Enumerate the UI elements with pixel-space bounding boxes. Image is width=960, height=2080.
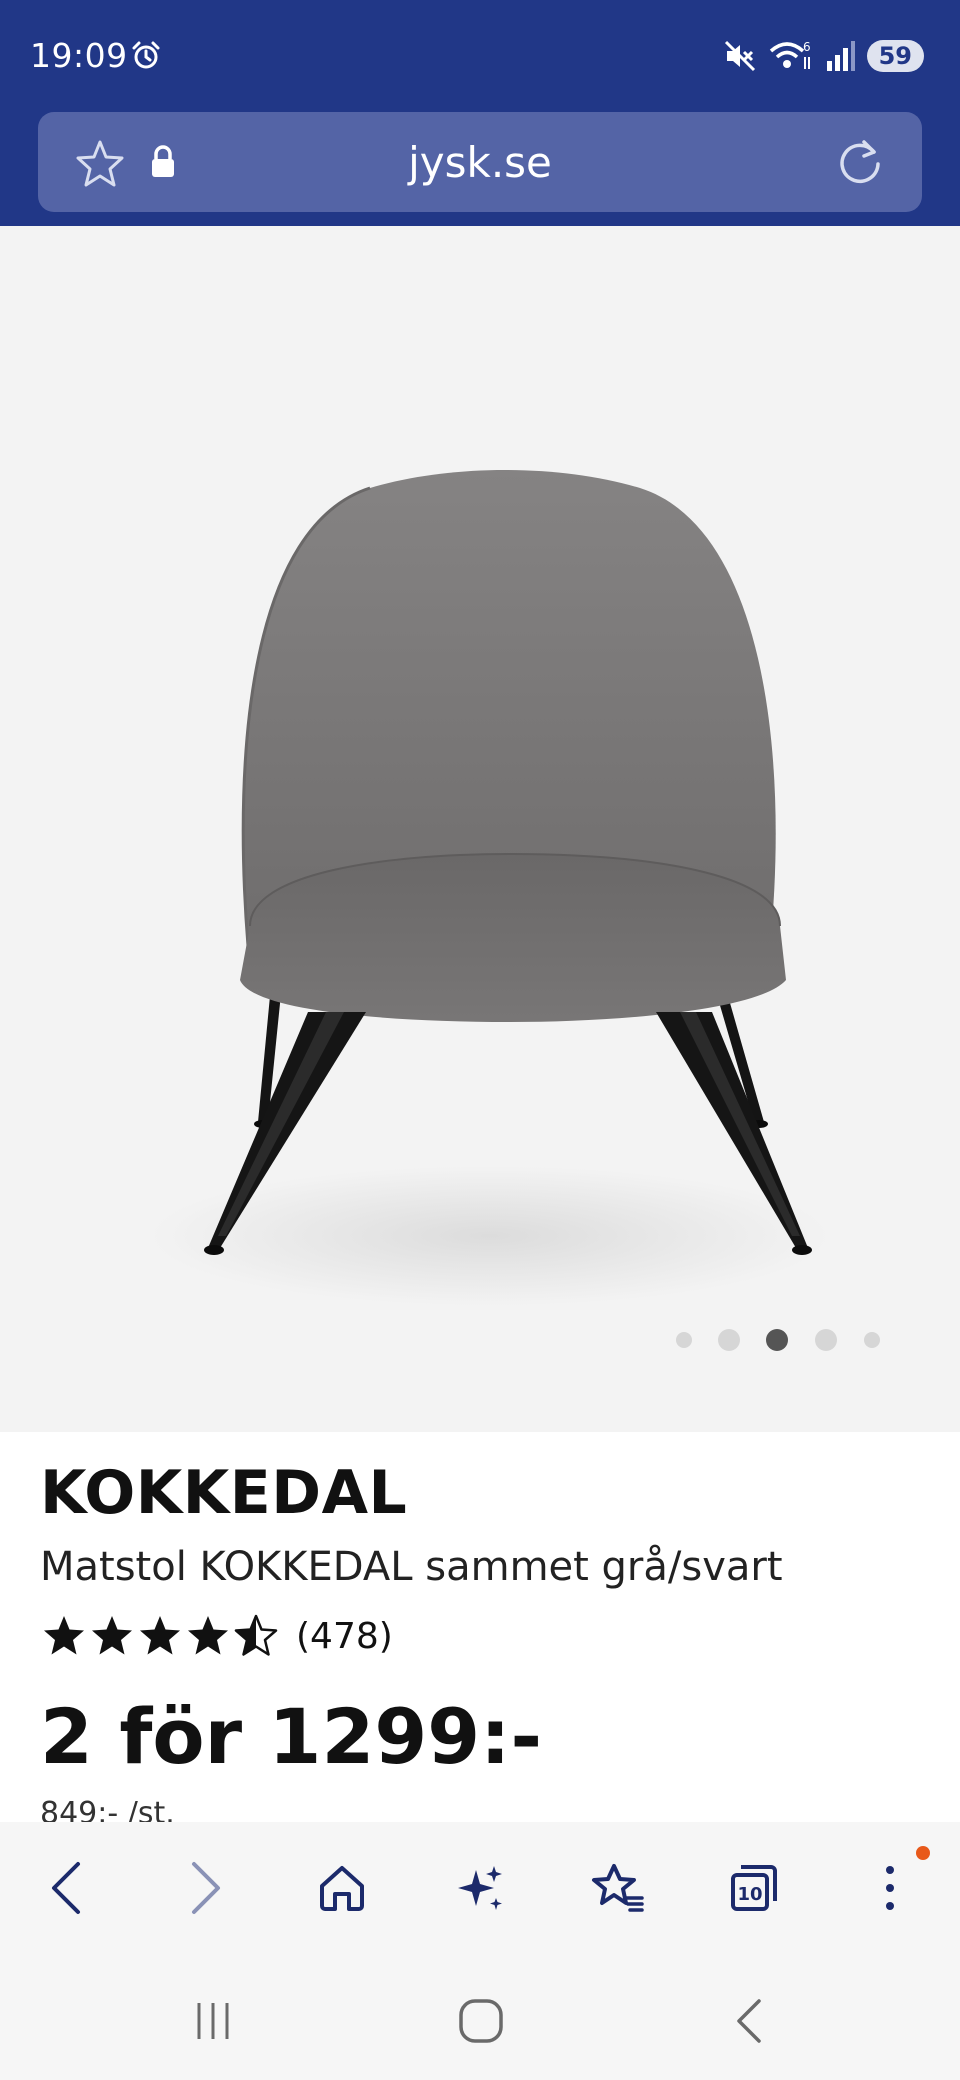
recents-button[interactable] bbox=[178, 1986, 248, 2056]
home-button[interactable] bbox=[306, 1852, 378, 1924]
reload-icon[interactable] bbox=[834, 136, 886, 188]
url-text[interactable]: jysk.se bbox=[38, 138, 922, 187]
wifi-icon: 6 bbox=[769, 40, 811, 69]
notification-badge bbox=[916, 1846, 930, 1860]
gallery-dot-active[interactable] bbox=[766, 1329, 788, 1351]
recents-icon bbox=[197, 2003, 229, 2039]
system-home-button[interactable] bbox=[446, 1986, 516, 2056]
tabs-icon: 10 bbox=[731, 1865, 777, 1911]
status-icons: 6 59 bbox=[723, 38, 924, 74]
gallery-dot[interactable] bbox=[676, 1332, 692, 1348]
product-image-gallery[interactable] bbox=[0, 226, 960, 1432]
review-count[interactable]: (478) bbox=[296, 1616, 393, 1657]
back-icon bbox=[52, 1862, 80, 1914]
forward-icon bbox=[192, 1862, 220, 1914]
address-bar[interactable]: jysk.se bbox=[38, 112, 922, 212]
bookmarks-icon bbox=[592, 1864, 644, 1912]
ai-assistant-button[interactable] bbox=[444, 1852, 516, 1924]
tabs-button[interactable]: 10 bbox=[718, 1852, 790, 1924]
back-icon bbox=[737, 1999, 761, 2043]
rating[interactable]: (478) bbox=[40, 1612, 393, 1660]
star-full-icon bbox=[188, 1616, 228, 1655]
gallery-dot[interactable] bbox=[864, 1332, 880, 1348]
browser-bottom-nav: 10 bbox=[0, 1822, 960, 1960]
star-full-icon bbox=[44, 1616, 84, 1655]
star-half-icon bbox=[234, 1614, 278, 1656]
ai-sparkle-icon bbox=[458, 1866, 502, 1910]
status-bar: 19:09 6 59 bbox=[0, 0, 960, 112]
tab-count: 10 bbox=[737, 1884, 762, 1905]
home-icon bbox=[320, 1866, 364, 1911]
menu-button[interactable] bbox=[854, 1846, 930, 1924]
mute-icon bbox=[724, 40, 755, 72]
star-full-icon bbox=[140, 1616, 180, 1655]
product-brand: KOKKEDAL bbox=[40, 1458, 408, 1528]
product-image bbox=[150, 470, 830, 1306]
gallery-dot[interactable] bbox=[815, 1329, 837, 1351]
gallery-dot[interactable] bbox=[718, 1329, 740, 1351]
browser-toolbar: jysk.se bbox=[0, 112, 960, 226]
alarm-icon bbox=[132, 41, 160, 69]
system-nav-bar bbox=[0, 1960, 960, 2080]
bookmarks-button[interactable] bbox=[582, 1852, 654, 1924]
svg-text:6: 6 bbox=[803, 40, 811, 54]
unit-price: 849:- /st. bbox=[40, 1796, 175, 1822]
star-full-icon bbox=[92, 1616, 132, 1655]
status-time: 19:09 bbox=[30, 36, 128, 75]
product-name: Matstol KOKKEDAL sammet grå/svart bbox=[40, 1544, 783, 1590]
system-back-button[interactable] bbox=[714, 1986, 784, 2056]
forward-button[interactable] bbox=[170, 1852, 242, 1924]
back-button[interactable] bbox=[30, 1852, 102, 1924]
product-info: KOKKEDAL Matstol KOKKEDAL sammet grå/sva… bbox=[0, 1432, 960, 1822]
signal-icon bbox=[826, 41, 855, 71]
battery-indicator: 59 bbox=[866, 40, 924, 72]
menu-icon bbox=[886, 1866, 894, 1910]
price: 2 för 1299:- bbox=[40, 1692, 543, 1781]
home-icon bbox=[459, 1999, 503, 2043]
